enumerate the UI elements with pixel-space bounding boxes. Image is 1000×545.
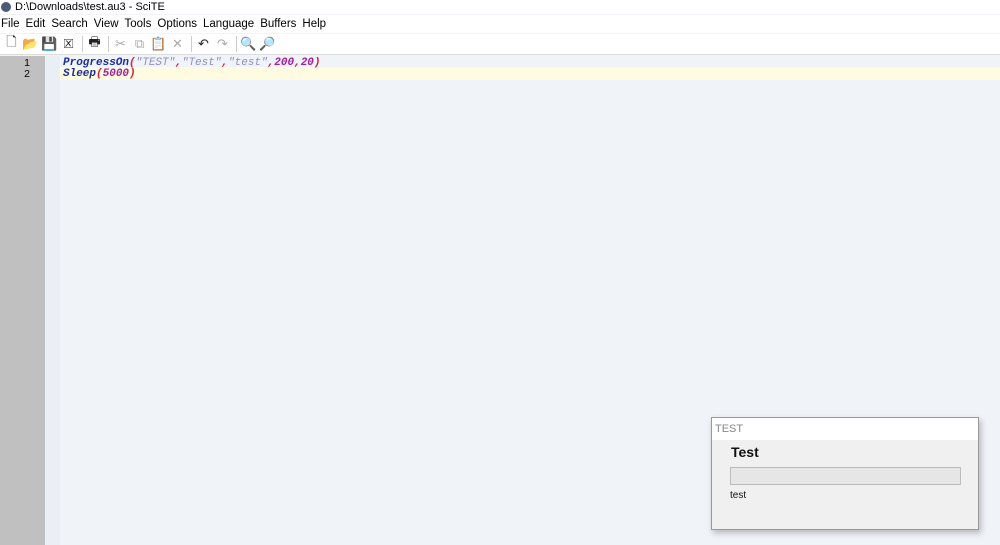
progress-main-text: Test	[731, 444, 759, 460]
replace-icon[interactable]: 🔎	[259, 36, 276, 53]
delete-icon[interactable]: ✕	[169, 36, 186, 53]
menu-language[interactable]: Language	[203, 18, 260, 30]
menu-help[interactable]: Help	[302, 18, 332, 30]
title-bar: D:\Downloads\test.au3 - SciTE	[0, 0, 1000, 14]
save-icon[interactable]: 💾	[41, 36, 58, 53]
toolbar: 🗋 📂 💾 🗵 🖶 ✂ ⧉ 📋 ✕ ↶ ↷ 🔍 🔎	[0, 34, 1000, 55]
menu-buffers[interactable]: Buffers	[260, 18, 302, 30]
code-line[interactable]: 2 Sleep(5000)	[0, 68, 1000, 80]
code-token: (	[96, 68, 103, 80]
code-text: Sleep(5000)	[63, 68, 136, 80]
menu-options[interactable]: Options	[157, 18, 203, 30]
toolbar-separator	[108, 36, 109, 52]
fold-margin	[45, 56, 60, 545]
menu-file[interactable]: File	[0, 18, 26, 30]
open-folder-icon[interactable]: 📂	[22, 36, 39, 53]
line-number: 2	[24, 68, 30, 80]
print-icon[interactable]: 🖶	[86, 34, 103, 53]
code-token: )	[129, 68, 136, 80]
progress-bar	[730, 467, 961, 485]
close-file-icon[interactable]: 🗵	[60, 36, 77, 53]
code-token: 5000	[102, 68, 130, 80]
menu-view[interactable]: View	[94, 18, 125, 30]
toolbar-separator	[236, 36, 237, 52]
menu-bar: File Edit Search View Tools Options Language Bu…	[0, 15, 1000, 33]
cut-icon[interactable]: ✂	[112, 36, 129, 53]
dialog-title: TEST	[712, 418, 978, 440]
menu-tools[interactable]: Tools	[125, 18, 158, 30]
menu-search[interactable]: Search	[51, 18, 93, 30]
toolbar-separator	[191, 36, 192, 52]
find-icon[interactable]: 🔍	[240, 36, 257, 53]
line-number-margin	[0, 56, 45, 545]
menu-edit[interactable]: Edit	[26, 18, 52, 30]
paste-icon[interactable]: 📋	[150, 36, 167, 53]
new-file-icon[interactable]: 🗋	[3, 34, 20, 53]
progress-sub-text: test	[730, 490, 747, 501]
scite-app-icon[interactable]	[1, 2, 11, 12]
window-title: D:\Downloads\test.au3 - SciTE	[15, 1, 165, 13]
redo-icon[interactable]: ↷	[214, 36, 231, 53]
toolbar-separator	[82, 36, 83, 52]
progress-dialog: TEST Test test	[711, 417, 979, 530]
undo-icon[interactable]: ↶	[195, 36, 212, 53]
copy-icon[interactable]: ⧉	[131, 36, 148, 53]
code-token: Sleep	[63, 68, 97, 80]
